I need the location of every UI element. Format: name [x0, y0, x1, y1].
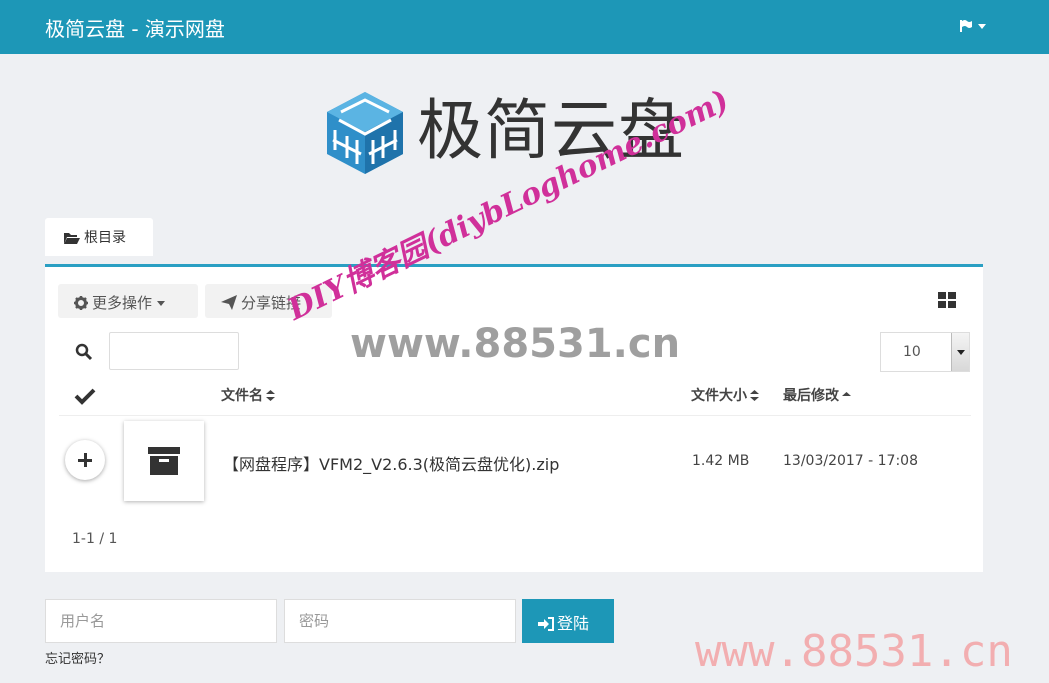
- select-arrow-icon: [951, 333, 969, 371]
- login-button[interactable]: 登陆: [522, 599, 614, 643]
- breadcrumb-label: 根目录: [84, 230, 126, 246]
- login-button-label: 登陆: [557, 614, 590, 633]
- file-modified: 13/03/2017 - 17:08: [783, 453, 918, 469]
- per-page-select[interactable]: 10: [880, 332, 970, 372]
- site-title[interactable]: 极简云盘 - 演示网盘: [45, 13, 225, 42]
- cube-logo-icon: [327, 92, 403, 174]
- column-header-size-label: 文件大小: [691, 388, 747, 404]
- column-header-modified[interactable]: 最后修改: [783, 385, 851, 405]
- sort-both-icon: [750, 390, 759, 401]
- username-field[interactable]: [45, 599, 277, 643]
- gear-icon: [74, 296, 88, 310]
- more-actions-label: 更多操作: [92, 294, 153, 312]
- file-panel: 更多操作 分享链接 10 文件名 文件大小 最后修改 【网盘程序】VFM2_V2…: [45, 264, 983, 572]
- column-header-name-label: 文件名: [221, 388, 263, 404]
- search-icon: [75, 343, 93, 361]
- chevron-down-icon: [157, 301, 166, 306]
- top-navbar: 极简云盘 - 演示网盘: [0, 0, 1049, 54]
- file-size: 1.42 MB: [692, 453, 750, 469]
- column-header-name[interactable]: 文件名: [221, 385, 275, 405]
- language-menu[interactable]: [959, 18, 986, 36]
- pagination-info: 1-1 / 1: [72, 531, 118, 547]
- grid-view-icon[interactable]: [938, 292, 956, 308]
- sign-in-icon: [538, 617, 554, 631]
- sort-both-icon: [266, 390, 275, 401]
- watermark-corner: www.88531.cn: [695, 626, 1013, 677]
- archive-icon: [148, 447, 180, 475]
- column-header-modified-label: 最后修改: [783, 388, 839, 404]
- column-header-size[interactable]: 文件大小: [691, 385, 759, 405]
- more-actions-button[interactable]: 更多操作: [58, 284, 198, 318]
- search-input[interactable]: [109, 332, 239, 370]
- folder-open-icon: [64, 233, 80, 244]
- password-field[interactable]: [284, 599, 516, 643]
- select-all-check-icon[interactable]: [74, 387, 96, 405]
- forgot-password-link[interactable]: 忘记密码？: [45, 648, 110, 667]
- send-icon: [221, 295, 237, 310]
- file-thumbnail[interactable]: [124, 421, 204, 501]
- breadcrumb-root[interactable]: 根目录: [45, 218, 153, 256]
- sort-up-icon: [842, 392, 851, 396]
- watermark-center: www.88531.cn: [350, 321, 681, 367]
- expand-row-plus-icon[interactable]: [65, 440, 105, 480]
- per-page-value: 10: [903, 344, 921, 360]
- header-divider: [59, 415, 971, 416]
- chevron-down-icon: [978, 24, 986, 29]
- flag-icon: [960, 20, 972, 32]
- file-name-link[interactable]: 【网盘程序】VFM2_V2.6.3(极简云盘优化).zip: [223, 451, 559, 475]
